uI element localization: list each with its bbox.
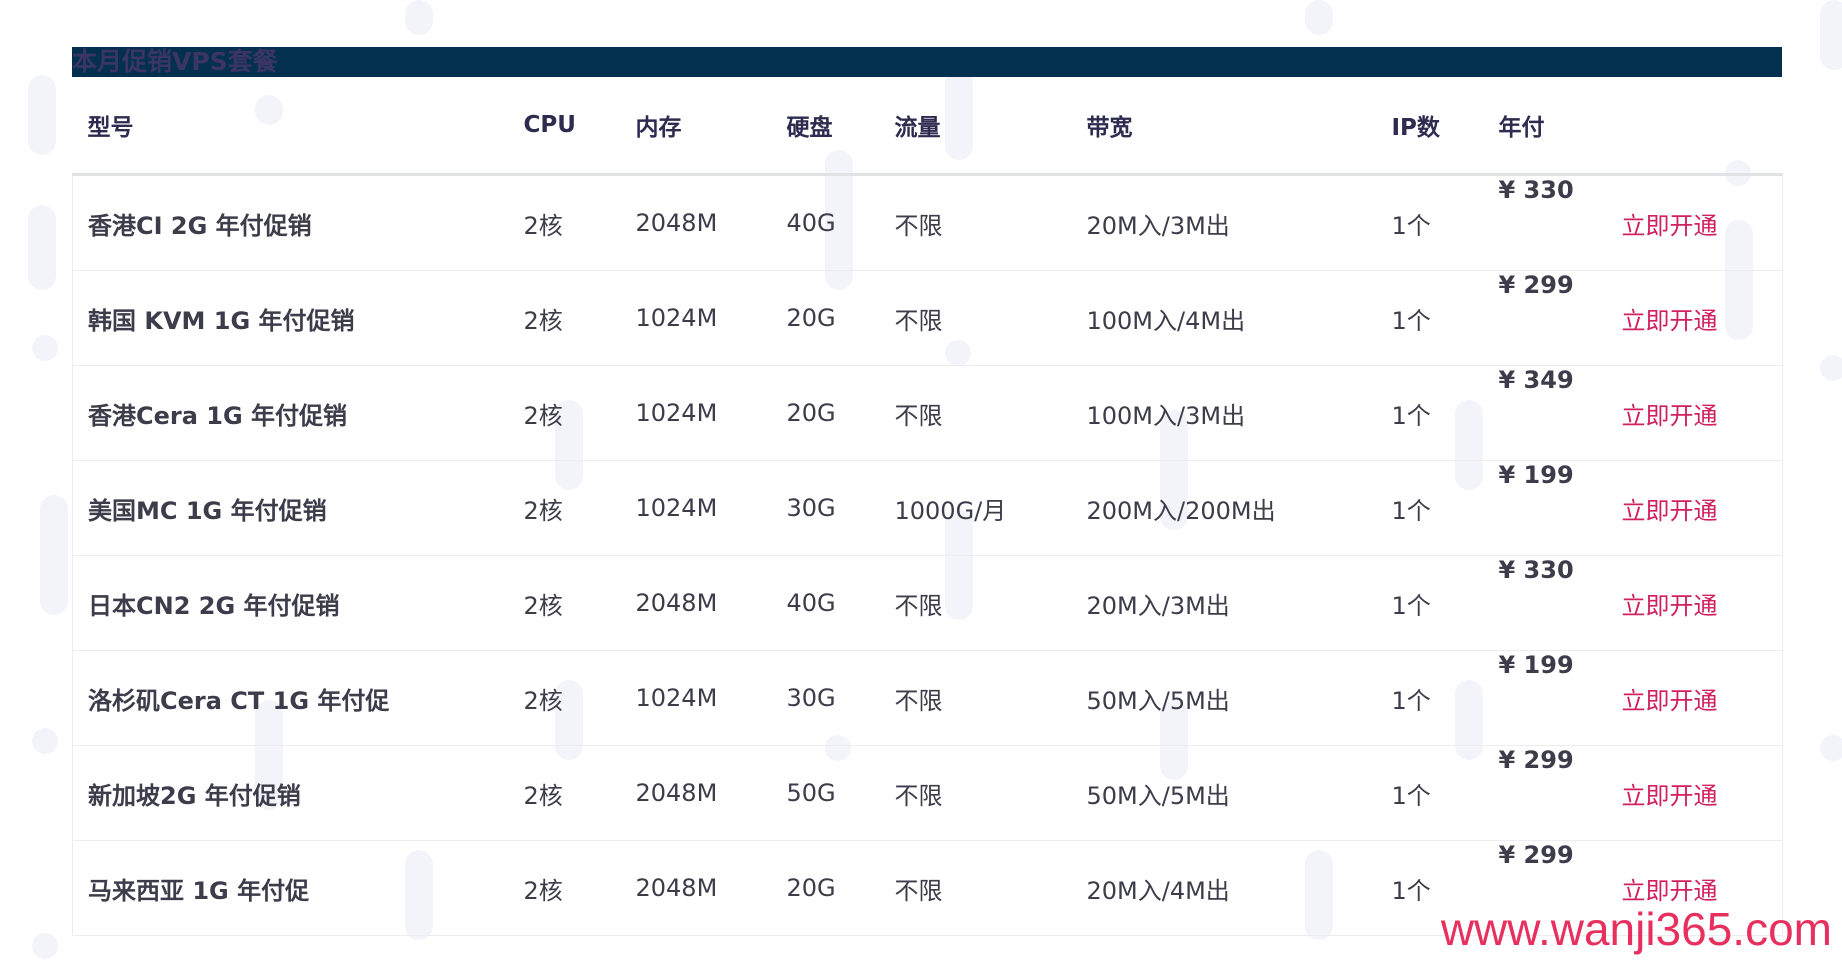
table-header-row: 型号 CPU 内存 硬盘 流量 带宽 IP数 年付 [72,77,1783,176]
ip-count-cell: 1个 [1376,270,1484,366]
bandwidth-cell: 50M入/5M出 [1071,650,1377,746]
activate-now-link[interactable]: 立即开通 [1622,212,1718,240]
price-cell: ¥ 330 [1483,555,1607,651]
model-cell: 马来西亚 1G 年付促 [72,840,509,936]
disk-cell: 20G [771,270,880,366]
disk-cell: 30G [771,460,880,556]
cpu-cell: 2核 [508,270,621,366]
traffic-cell: 不限 [879,174,1072,271]
title-bar: 本月促销VPS套餐 [72,47,1782,77]
disk-cell: 50G [771,745,880,841]
ip-count-cell: 1个 [1376,650,1484,746]
bandwidth-cell: 100M入/3M出 [1071,365,1377,461]
column-header-memory: 内存 [620,77,772,176]
memory-cell: 2048M [620,174,772,271]
column-header-ip-count: IP数 [1376,77,1484,176]
price-cell: ¥ 199 [1483,650,1607,746]
disk-cell: 40G [771,174,880,271]
column-header-disk: 硬盘 [771,77,880,176]
action-cell: 立即开通 [1606,555,1783,651]
disk-cell: 40G [771,555,880,651]
price-cell: ¥ 349 [1483,365,1607,461]
price-cell: ¥ 330 [1483,174,1607,271]
action-cell: 立即开通 [1606,270,1783,366]
action-cell: 立即开通 [1606,650,1783,746]
memory-cell: 1024M [620,650,772,746]
traffic-cell: 不限 [879,270,1072,366]
vps-table: 型号 CPU 内存 硬盘 流量 带宽 IP数 年付 香港CI 2G 年付促销 2… [72,77,1783,936]
traffic-cell: 1000G/月 [879,460,1072,556]
model-cell: 香港CI 2G 年付促销 [72,174,509,271]
column-header-cpu: CPU [508,77,621,176]
bandwidth-cell: 20M入/4M出 [1071,840,1377,936]
cpu-cell: 2核 [508,745,621,841]
page-title: 本月促销VPS套餐 [72,47,278,76]
bandwidth-cell: 200M入/200M出 [1071,460,1377,556]
model-cell: 洛杉矶Cera CT 1G 年付促 [72,650,509,746]
ip-count-cell: 1个 [1376,365,1484,461]
model-cell: 新加坡2G 年付促销 [72,745,509,841]
activate-now-link[interactable]: 立即开通 [1622,592,1718,620]
disk-cell: 30G [771,650,880,746]
memory-cell: 2048M [620,555,772,651]
activate-now-link[interactable]: 立即开通 [1622,307,1718,335]
column-header-annual-price: 年付 [1483,77,1607,176]
activate-now-link[interactable]: 立即开通 [1622,402,1718,430]
memory-cell: 1024M [620,365,772,461]
cpu-cell: 2核 [508,555,621,651]
ip-count-cell: 1个 [1376,174,1484,271]
ip-count-cell: 1个 [1376,745,1484,841]
table-row: 新加坡2G 年付促销 2核 2048M 50G 不限 50M入/5M出 1个 ¥… [72,745,1783,841]
activate-now-link[interactable]: 立即开通 [1622,687,1718,715]
table-row: 香港Cera 1G 年付促销 2核 1024M 20G 不限 100M入/3M出… [72,365,1783,461]
activate-now-link[interactable]: 立即开通 [1622,497,1718,525]
traffic-cell: 不限 [879,555,1072,651]
activate-now-link[interactable]: 立即开通 [1622,782,1718,810]
model-cell: 日本CN2 2G 年付促销 [72,555,509,651]
memory-cell: 2048M [620,745,772,841]
column-header-action [1606,77,1783,176]
table-row: 美国MC 1G 年付促销 2核 1024M 30G 1000G/月 200M入/… [72,460,1783,556]
table-row: 洛杉矶Cera CT 1G 年付促 2核 1024M 30G 不限 50M入/5… [72,650,1783,746]
activate-now-link[interactable]: 立即开通 [1622,877,1718,905]
action-cell: 立即开通 [1606,365,1783,461]
ip-count-cell: 1个 [1376,555,1484,651]
promo-panel: 本月促销VPS套餐 型号 CPU 内存 硬盘 流量 带宽 IP数 年付 香港CI… [72,47,1783,936]
cpu-cell: 2核 [508,650,621,746]
bandwidth-cell: 20M入/3M出 [1071,174,1377,271]
cpu-cell: 2核 [508,365,621,461]
disk-cell: 20G [771,840,880,936]
traffic-cell: 不限 [879,745,1072,841]
traffic-cell: 不限 [879,365,1072,461]
model-cell: 美国MC 1G 年付促销 [72,460,509,556]
memory-cell: 1024M [620,270,772,366]
price-cell: ¥ 199 [1483,460,1607,556]
action-cell: 立即开通 [1606,745,1783,841]
memory-cell: 2048M [620,840,772,936]
table-row: 日本CN2 2G 年付促销 2核 2048M 40G 不限 20M入/3M出 1… [72,555,1783,651]
memory-cell: 1024M [620,460,772,556]
model-cell: 韩国 KVM 1G 年付促销 [72,270,509,366]
traffic-cell: 不限 [879,650,1072,746]
cpu-cell: 2核 [508,840,621,936]
price-cell: ¥ 299 [1483,745,1607,841]
column-header-model: 型号 [72,77,509,176]
watermark: www.wanji365.com [1440,903,1832,955]
price-cell: ¥ 299 [1483,270,1607,366]
model-cell: 香港Cera 1G 年付促销 [72,365,509,461]
bandwidth-cell: 50M入/5M出 [1071,745,1377,841]
action-cell: 立即开通 [1606,174,1783,271]
cpu-cell: 2核 [508,174,621,271]
cpu-cell: 2核 [508,460,621,556]
traffic-cell: 不限 [879,840,1072,936]
ip-count-cell: 1个 [1376,460,1484,556]
bandwidth-cell: 100M入/4M出 [1071,270,1377,366]
table-row: 香港CI 2G 年付促销 2核 2048M 40G 不限 20M入/3M出 1个… [72,174,1783,271]
column-header-traffic: 流量 [879,77,1072,176]
column-header-bandwidth: 带宽 [1071,77,1377,176]
action-cell: 立即开通 [1606,460,1783,556]
disk-cell: 20G [771,365,880,461]
bandwidth-cell: 20M入/3M出 [1071,555,1377,651]
table-row: 韩国 KVM 1G 年付促销 2核 1024M 20G 不限 100M入/4M出… [72,270,1783,366]
